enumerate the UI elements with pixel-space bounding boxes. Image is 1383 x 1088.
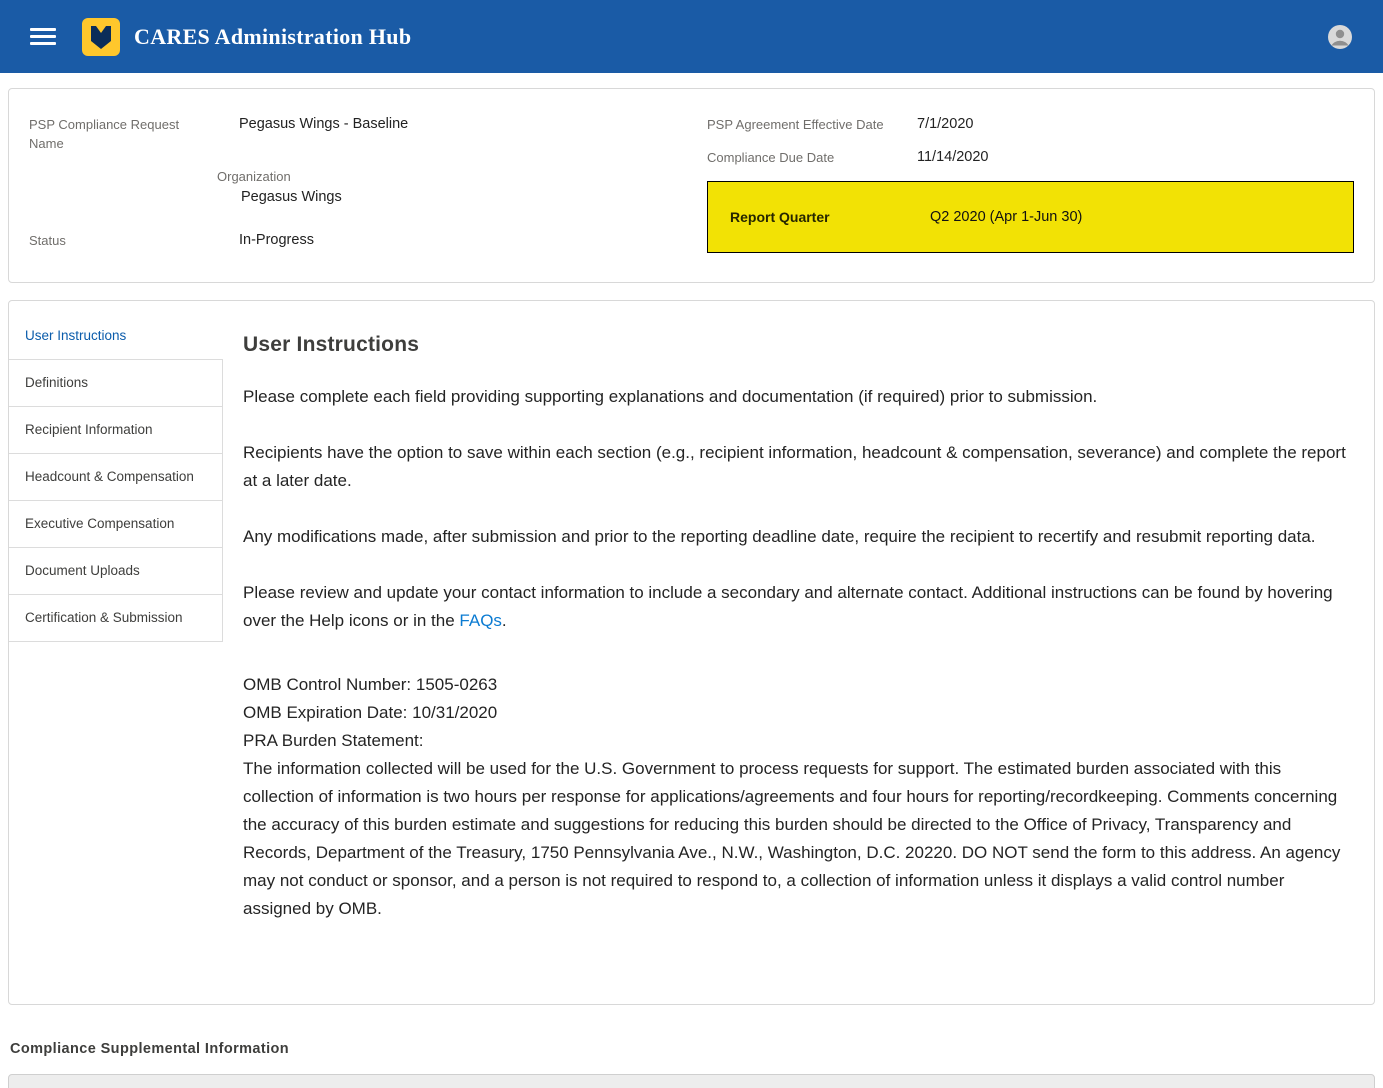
due-date-value: 11/14/2020 [917,148,989,167]
tab-definitions[interactable]: Definitions [9,359,223,406]
user-avatar-icon[interactable] [1327,24,1353,50]
instructions-paragraph-1: Please complete each field providing sup… [243,383,1352,411]
tab-certification-submission[interactable]: Certification & Submission [9,594,223,642]
request-name-label: PSP Compliance Request Name [29,115,189,153]
hamburger-menu-icon[interactable] [30,24,56,49]
supplemental-section-card [8,1074,1375,1088]
tab-document-uploads[interactable]: Document Uploads [9,547,223,594]
status-field: Status In-Progress [29,231,699,250]
organization-value: Pegasus Wings [241,188,699,207]
tab-content-panel: User Instructions Please complete each f… [223,313,1356,1004]
top-navigation-bar: CARES Administration Hub [0,0,1383,73]
status-value: In-Progress [239,231,314,250]
summary-right-column: PSP Agreement Effective Date 7/1/2020 Co… [699,115,1354,256]
effective-date-field: PSP Agreement Effective Date 7/1/2020 [707,115,1354,134]
pra-burden-text: The information collected will be used f… [243,755,1352,923]
app-title: CARES Administration Hub [134,24,411,50]
request-name-value: Pegasus Wings - Baseline [239,115,408,134]
organization-label: Organization [217,167,699,186]
report-quarter-highlight: Report Quarter Q2 2020 (Apr 1-Jun 30) [707,181,1354,253]
contact-text-pre: Please review and update your contact in… [243,583,1333,630]
tab-recipient-information[interactable]: Recipient Information [9,406,223,453]
faqs-link[interactable]: FAQs [459,611,502,630]
status-label: Status [29,231,189,250]
compliance-main-card: User Instructions Definitions Recipient … [8,300,1375,1005]
contact-text-post: . [502,611,507,630]
report-quarter-value: Q2 2020 (Apr 1-Jun 30) [930,209,1082,225]
pra-burden-label: PRA Burden Statement: [243,727,1352,755]
instructions-paragraph-4: Please review and update your contact in… [243,579,1352,635]
effective-date-value: 7/1/2020 [917,115,973,134]
tab-headcount-compensation[interactable]: Headcount & Compensation [9,453,223,500]
summary-left-column: PSP Compliance Request Name Pegasus Wing… [29,115,699,256]
due-date-field: Compliance Due Date 11/14/2020 [707,148,1354,167]
supplemental-section-heading: Compliance Supplemental Information [10,1041,1383,1057]
organization-field: Organization Pegasus Wings [217,167,699,207]
app-logo-icon [82,18,120,56]
section-tabs: User Instructions Definitions Recipient … [9,313,223,1004]
instructions-paragraph-2: Recipients have the option to save withi… [243,439,1352,495]
omb-control-number: OMB Control Number: 1505-0263 [243,671,1352,699]
content-heading: User Instructions [243,333,1352,357]
tab-executive-compensation[interactable]: Executive Compensation [9,500,223,547]
tab-user-instructions[interactable]: User Instructions [9,313,223,359]
report-quarter-label: Report Quarter [730,209,930,225]
omb-expiration-date: OMB Expiration Date: 10/31/2020 [243,699,1352,727]
omb-block: OMB Control Number: 1505-0263 OMB Expira… [243,671,1352,923]
instructions-paragraph-3: Any modifications made, after submission… [243,523,1352,551]
compliance-summary-card: PSP Compliance Request Name Pegasus Wing… [8,88,1375,283]
effective-date-label: PSP Agreement Effective Date [707,115,917,134]
due-date-label: Compliance Due Date [707,148,917,167]
request-name-field: PSP Compliance Request Name Pegasus Wing… [29,115,699,153]
